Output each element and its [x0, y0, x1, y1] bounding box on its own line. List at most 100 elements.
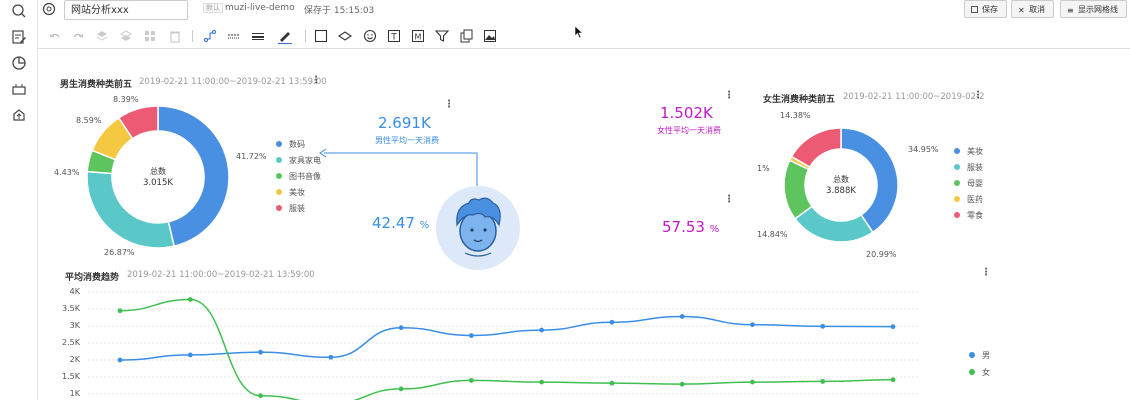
markdown-icon[interactable]: M — [410, 28, 426, 44]
text-box-icon[interactable]: T — [386, 28, 402, 44]
data-point[interactable] — [539, 379, 545, 385]
data-point[interactable] — [187, 297, 193, 302]
data-point[interactable] — [539, 327, 545, 333]
image-icon[interactable] — [482, 28, 498, 44]
undo-icon[interactable] — [47, 28, 63, 44]
y-tick-label: 3.5K — [62, 304, 80, 313]
data-point[interactable] — [820, 323, 826, 329]
line-weight-icon[interactable] — [250, 28, 266, 44]
female-legend-item[interactable]: 零食 — [954, 210, 983, 221]
male-panel-menu-icon[interactable]: ⋮ — [311, 76, 321, 86]
female-percent-unit: % — [709, 224, 720, 235]
redo-icon[interactable] — [70, 28, 86, 44]
report-name-input[interactable]: 网站分析xxx — [64, 0, 188, 20]
edit-icon[interactable] — [11, 29, 27, 45]
dashboard-icon[interactable] — [11, 81, 27, 97]
data-point[interactable] — [750, 322, 755, 328]
filter-icon[interactable] — [434, 28, 450, 44]
layer-down-icon[interactable] — [118, 28, 134, 44]
legend-label: 数码 — [289, 140, 305, 149]
data-point[interactable] — [258, 349, 263, 355]
upload-icon[interactable] — [11, 107, 27, 123]
connector-icon[interactable] — [202, 28, 218, 44]
data-point[interactable] — [750, 379, 755, 385]
female-legend-item[interactable]: 医药 — [954, 194, 983, 205]
data-point[interactable] — [117, 308, 123, 314]
data-point[interactable] — [398, 325, 404, 331]
data-point[interactable] — [468, 333, 474, 338]
data-point[interactable] — [328, 354, 334, 360]
smiley-icon[interactable] — [362, 28, 378, 44]
data-point[interactable] — [679, 381, 685, 387]
layer-up-icon[interactable] — [94, 28, 110, 44]
data-point[interactable] — [820, 379, 826, 384]
data-point[interactable] — [187, 352, 193, 358]
female-panel-time: 2019-02-21 11:00:00~2019-02-2 — [843, 92, 985, 102]
data-point[interactable] — [468, 378, 474, 383]
palette-icon[interactable] — [42, 2, 56, 16]
male-legend-item[interactable]: 家具家电 — [276, 155, 321, 166]
legend-label: 零食 — [967, 211, 983, 220]
female-slice-label: 20.99% — [866, 250, 897, 259]
female-center-value: 3.888K — [826, 186, 856, 196]
pie-chart-icon[interactable] — [11, 55, 27, 71]
legend-label: 美妆 — [967, 147, 983, 156]
left-sidebar — [0, 0, 38, 400]
male-kpi-menu-icon[interactable]: ⋮ — [444, 100, 454, 110]
export-icon[interactable] — [458, 28, 474, 44]
male-legend-item[interactable]: 美妆 — [276, 187, 305, 198]
y-tick-label: 4K — [69, 287, 80, 296]
menu-icon: ≡ — [1067, 6, 1074, 15]
trend-legend-item[interactable]: 男 — [969, 350, 990, 361]
female-panel-menu-icon[interactable]: ⋮ — [973, 91, 983, 101]
search-icon[interactable] — [11, 3, 27, 19]
female-pct-menu-icon[interactable]: ⋮ — [724, 195, 734, 205]
female-panel-title: 女生消费种类前五 — [763, 95, 836, 105]
pen-icon[interactable] — [277, 28, 293, 44]
data-point[interactable] — [609, 380, 615, 386]
legend-dot — [969, 369, 975, 375]
male-slice-label: 4.43% — [54, 168, 80, 177]
data-point[interactable] — [890, 324, 896, 330]
trend-legend-item[interactable]: 女 — [969, 367, 990, 378]
legend-dot — [954, 196, 960, 202]
male-legend-item[interactable]: 图书音像 — [276, 171, 321, 182]
data-point[interactable] — [609, 319, 615, 325]
data-point[interactable] — [398, 386, 404, 392]
svg-text:T: T — [390, 33, 397, 43]
data-point[interactable] — [679, 314, 685, 319]
data-point[interactable] — [117, 357, 123, 363]
male-slice-label: 26.87% — [104, 248, 135, 257]
show-grid-button[interactable]: ≡ 显示网格线 — [1060, 0, 1127, 18]
dashed-line-icon[interactable] — [226, 28, 242, 44]
legend-label: 家具家电 — [289, 156, 321, 165]
female-slice-label: 34.95% — [908, 145, 939, 154]
diamond-icon[interactable] — [337, 28, 353, 44]
data-point[interactable] — [258, 393, 263, 399]
donut-slice[interactable] — [793, 205, 874, 243]
cancel-button[interactable]: ✕ 取消 — [1011, 0, 1054, 18]
grid-icon[interactable] — [142, 28, 158, 44]
male-center-value: 3.015K — [143, 178, 173, 188]
female-legend-item[interactable]: 美妆 — [954, 146, 983, 157]
male-kpi-value: 2.691K — [378, 114, 431, 132]
save-button[interactable]: 保存 — [964, 0, 1007, 18]
cursor-icon — [574, 25, 584, 39]
crumb-project[interactable]: muzi-live-demo — [225, 3, 295, 13]
female-kpi-menu-icon[interactable]: ⋮ — [724, 91, 734, 101]
trash-icon[interactable] — [167, 28, 183, 44]
rectangle-icon[interactable] — [313, 28, 329, 44]
male-percent-unit: % — [419, 220, 430, 231]
male-legend-item[interactable]: 服装 — [276, 203, 305, 214]
male-slice-label: 8.39% — [113, 95, 139, 104]
female-legend-item[interactable]: 母婴 — [954, 178, 983, 189]
data-point[interactable] — [890, 377, 896, 383]
male-legend-item[interactable]: 数码 — [276, 139, 305, 150]
series-line — [119, 315, 894, 361]
female-legend-item[interactable]: 服装 — [954, 162, 983, 173]
toolbar-divider-2 — [305, 30, 306, 42]
trend-panel-menu-icon[interactable]: ⋮ — [981, 268, 991, 278]
donut-slice[interactable] — [790, 127, 842, 169]
breadcrumb: 默认 muzi-live-demo — [203, 3, 295, 13]
trend-line-chart — [88, 291, 918, 400]
